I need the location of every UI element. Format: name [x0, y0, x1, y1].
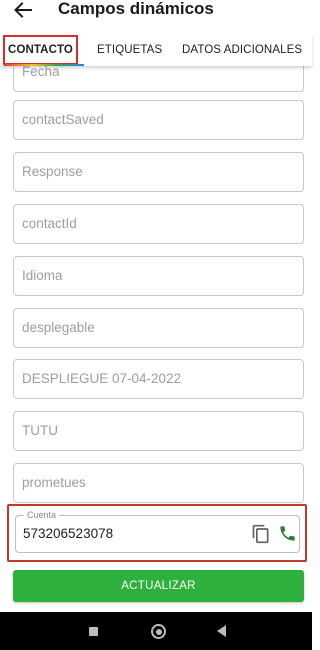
copy-button[interactable] — [251, 524, 271, 544]
cuenta-highlight: Cuenta 573206523078 — [7, 504, 307, 562]
update-button[interactable]: ACTUALIZAR — [13, 570, 304, 602]
phone-icon — [280, 526, 295, 541]
field-prometues[interactable]: prometues — [13, 463, 304, 503]
field-placeholder: contactSaved — [22, 112, 104, 127]
field-placeholder: prometues — [22, 475, 86, 490]
home-icon[interactable] — [151, 624, 166, 639]
arrow-left-icon — [14, 2, 32, 18]
field-contact-id[interactable]: contactId — [13, 204, 304, 244]
active-tab-indicator — [4, 64, 84, 66]
field-placeholder: TUTU — [22, 423, 58, 438]
field-placeholder: desplegable — [22, 320, 95, 335]
field-placeholder: Response — [22, 164, 83, 179]
app-bar: Campos dinámicos — [0, 0, 312, 34]
field-response[interactable]: Response — [13, 152, 304, 192]
field-fecha[interactable]: Fecha — [13, 66, 304, 92]
field-idioma[interactable]: Idioma — [13, 256, 304, 296]
tab-datos-adicionales[interactable]: DATOS ADICIONALES — [182, 34, 302, 66]
cuenta-field[interactable]: Cuenta 573206523078 — [15, 509, 300, 553]
tab-etiquetas[interactable]: ETIQUETAS — [97, 34, 162, 66]
tab-bar: CONTACTO ETIQUETAS DATOS ADICIONALES — [0, 34, 312, 66]
back-button[interactable] — [10, 0, 36, 20]
field-contact-saved[interactable]: contactSaved — [13, 100, 304, 140]
tab-contacto[interactable]: CONTACTO — [3, 35, 78, 65]
field-placeholder: Fecha — [22, 66, 60, 79]
field-despliegue[interactable]: DESPLIEGUE 07-04-2022 — [13, 359, 304, 399]
recents-icon[interactable] — [89, 627, 98, 636]
field-placeholder: Idioma — [22, 268, 63, 283]
field-placeholder: contactId — [22, 216, 77, 231]
back-icon[interactable] — [217, 625, 226, 637]
form-content[interactable]: Fecha contactSaved Response contactId Id… — [0, 66, 312, 612]
call-button[interactable] — [278, 524, 298, 544]
page-title: Campos dinámicos — [58, 0, 214, 18]
field-desplegable[interactable]: desplegable — [13, 308, 304, 348]
field-placeholder: DESPLIEGUE 07-04-2022 — [22, 371, 182, 386]
cuenta-value: 573206523078 — [23, 526, 114, 541]
system-nav-bar — [0, 612, 312, 650]
field-tutu[interactable]: TUTU — [13, 411, 304, 451]
copy-icon — [252, 524, 269, 544]
